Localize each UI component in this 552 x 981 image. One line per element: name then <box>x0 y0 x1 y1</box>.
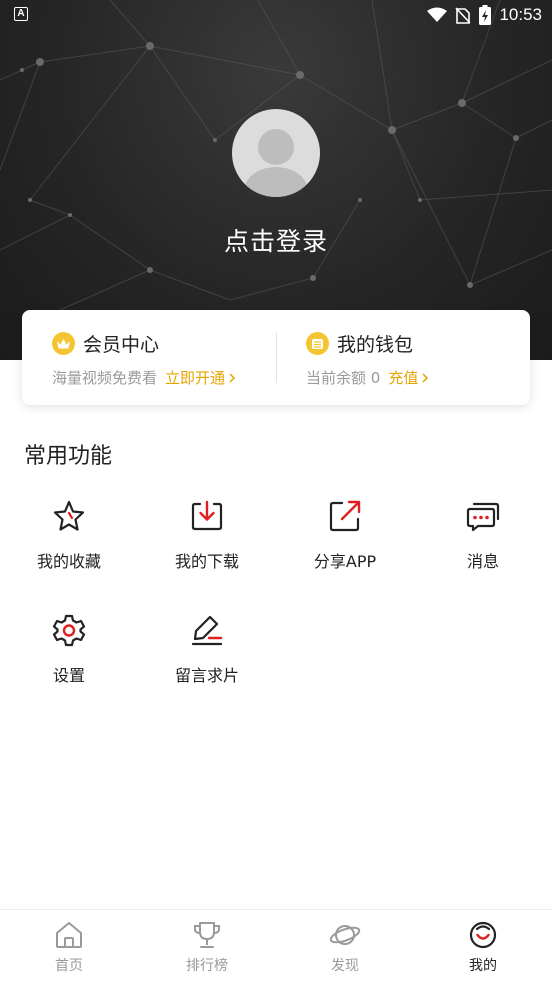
crown-icon <box>52 332 75 355</box>
avatar-placeholder-icon <box>244 129 308 197</box>
chevron-right-icon <box>229 372 236 383</box>
settings-label: 设置 <box>52 666 85 685</box>
member-subtitle: 海量视频免费看 <box>52 369 158 387</box>
my-wallet[interactable]: 我的钱包 当前余额 0 充值 <box>306 330 429 388</box>
nav-mine-label: 我的 <box>469 958 497 974</box>
downloads-button[interactable]: 我的下载 <box>138 496 276 586</box>
planet-icon <box>329 919 361 951</box>
status-bar: A 10:53 <box>0 0 552 30</box>
member-wallet-card: 会员中心 海量视频免费看 立即开通 我的钱包 当前余额 0 充值 <box>22 310 530 405</box>
activate-link-label: 立即开通 <box>165 369 226 387</box>
recharge-link[interactable]: 充值 <box>388 367 429 388</box>
battery-icon <box>479 5 492 25</box>
nav-mine[interactable]: 我的 <box>414 910 552 981</box>
favorites-label: 我的收藏 <box>36 552 101 571</box>
member-center-title: 会员中心 <box>83 334 160 356</box>
request-movie-label: 留言求片 <box>174 666 239 685</box>
nav-ranking[interactable]: 排行榜 <box>138 910 276 981</box>
status-time: 10:53 <box>499 5 542 24</box>
nav-discover-label: 发现 <box>331 958 359 974</box>
share-app-button[interactable]: 分享APP <box>276 496 414 586</box>
chevron-right-icon <box>422 372 429 383</box>
login-button[interactable]: 点击登录 <box>0 222 552 258</box>
messages-button[interactable]: 消息 <box>414 496 552 586</box>
wallet-balance: 当前余额 0 <box>306 369 381 387</box>
wallet-title: 我的钱包 <box>337 334 414 356</box>
profile-header: A 10:53 点击登录 <box>0 0 552 360</box>
favorites-button[interactable]: 我的收藏 <box>0 496 138 586</box>
notification-indicator: A <box>14 7 28 21</box>
member-center[interactable]: 会员中心 海量视频免费看 立即开通 <box>52 330 236 388</box>
nav-discover[interactable]: 发现 <box>276 910 414 981</box>
no-sim-icon <box>455 7 472 24</box>
request-movie-button[interactable]: 留言求片 <box>138 610 276 700</box>
home-icon <box>53 919 85 951</box>
messages-label: 消息 <box>466 552 499 571</box>
activate-membership-link[interactable]: 立即开通 <box>165 367 236 388</box>
download-icon <box>187 496 227 536</box>
recharge-link-label: 充值 <box>388 369 419 387</box>
common-functions-title: 常用功能 <box>24 444 113 469</box>
bottom-navigation: 首页 排行榜 发现 我的 <box>0 909 552 981</box>
trophy-icon <box>191 919 223 951</box>
wifi-icon <box>427 7 448 22</box>
profile-face-icon <box>467 919 499 951</box>
nav-home[interactable]: 首页 <box>0 910 138 981</box>
star-icon <box>49 496 89 536</box>
wallet-icon <box>306 332 329 355</box>
card-divider <box>276 333 277 383</box>
share-app-label: 分享APP <box>313 552 377 571</box>
nav-ranking-label: 排行榜 <box>186 958 228 974</box>
nav-home-label: 首页 <box>55 958 83 974</box>
gear-icon <box>49 610 89 650</box>
settings-button[interactable]: 设置 <box>0 610 138 700</box>
avatar[interactable] <box>232 109 320 197</box>
downloads-label: 我的下载 <box>174 552 239 571</box>
edit-icon <box>187 610 227 650</box>
message-icon <box>463 496 503 536</box>
share-icon <box>325 496 365 536</box>
